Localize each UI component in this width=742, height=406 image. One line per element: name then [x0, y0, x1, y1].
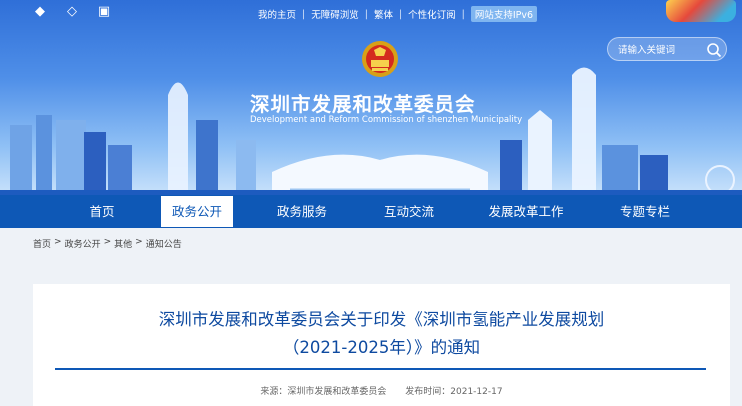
- article-title-line1: 深圳市发展和改革委员会关于印发《深圳市氢能产业发展规划: [158, 310, 605, 329]
- article-title: 深圳市发展和改革委员会关于印发《深圳市氢能产业发展规划 （2021-2025年）…: [33, 306, 730, 362]
- title-divider: [55, 368, 706, 370]
- nav-gov-affairs[interactable]: 政务公开: [161, 196, 233, 227]
- toplink-accessibility[interactable]: 无障碍浏览: [311, 7, 359, 21]
- nav-home[interactable]: 首页: [60, 195, 144, 228]
- toplink-traditional[interactable]: 繁体: [374, 7, 393, 21]
- ipv6-badge: 网站支持IPv6: [470, 6, 538, 22]
- skyline-illustration: [0, 67, 742, 195]
- site-title-en: Development and Reform Commission of she…: [250, 115, 523, 125]
- breadcrumb: 首页 > 政务公开 > 其他 > 通知公告: [0, 228, 742, 256]
- nav-reform-work[interactable]: 发展改革工作: [480, 195, 572, 228]
- article-card: 深圳市发展和改革委员会关于印发《深圳市氢能产业发展规划 （2021-2025年）…: [33, 284, 730, 406]
- search-input[interactable]: [618, 42, 703, 58]
- national-emblem-icon: [362, 41, 398, 77]
- search-icon[interactable]: [706, 42, 722, 58]
- breadcrumb-sep: >: [135, 237, 143, 247]
- badge-icon-3[interactable]: ▣: [94, 3, 114, 21]
- nav-interaction[interactable]: 互动交流: [370, 195, 448, 228]
- site-title: 深圳市发展和改革委员会: [250, 93, 476, 116]
- breadcrumb-gov-affairs[interactable]: 政务公开: [65, 237, 101, 250]
- toplink-subscribe[interactable]: 个性化订阅: [408, 7, 456, 21]
- top-bar: ◆ ◇ ▣ 我的主页 | 无障碍浏览 | 繁体 | 个性化订阅 | 网站支持IP…: [0, 0, 742, 24]
- nav-special-topics[interactable]: 专题专栏: [608, 195, 682, 228]
- main-nav: 首页 政务公开 政务服务 互动交流 发展改革工作 专题专栏: [0, 195, 742, 228]
- article-date: 发布时间：2021-12-17: [405, 387, 503, 397]
- breadcrumb-sep: >: [54, 237, 62, 247]
- top-links: 我的主页 | 无障碍浏览 | 繁体 | 个性化订阅 | 网站支持IPv6: [258, 6, 538, 22]
- badge-icon-1[interactable]: ◆: [30, 3, 50, 21]
- event-logo: [666, 0, 736, 22]
- badge-icon-2[interactable]: ◇: [62, 3, 82, 21]
- breadcrumb-home[interactable]: 首页: [33, 237, 51, 250]
- site-badges: ◆ ◇ ▣: [30, 3, 114, 21]
- breadcrumb-other[interactable]: 其他: [114, 237, 132, 250]
- toplink-home[interactable]: 我的主页: [258, 7, 296, 21]
- article-meta: 来源：深圳市发展和改革委员会 发布时间：2021-12-17: [33, 384, 730, 397]
- header-banner: ◆ ◇ ▣ 我的主页 | 无障碍浏览 | 繁体 | 个性化订阅 | 网站支持IP…: [0, 0, 742, 195]
- search-box: [607, 37, 727, 61]
- nav-gov-services[interactable]: 政务服务: [262, 195, 342, 228]
- breadcrumb-notices[interactable]: 通知公告: [146, 237, 182, 250]
- breadcrumb-sep: >: [103, 237, 112, 247]
- article-source: 来源：深圳市发展和改革委员会: [260, 387, 387, 397]
- article-title-line2: （2021-2025年）》的通知: [282, 338, 481, 357]
